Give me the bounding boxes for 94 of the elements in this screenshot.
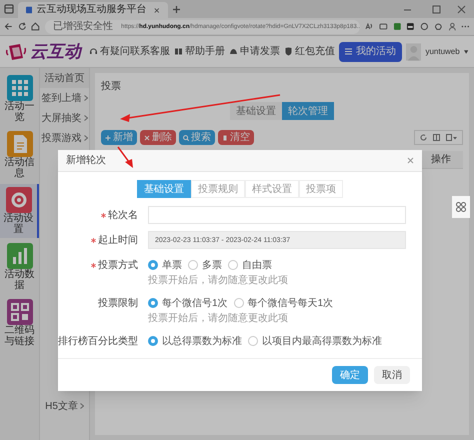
caret-icon [464, 50, 468, 54]
confirm-button[interactable]: 确定 [332, 366, 368, 384]
header-link[interactable]: 红包充值 [295, 46, 335, 56]
field-label: 轮次名 [108, 208, 138, 222]
profile-icon[interactable] [448, 22, 456, 31]
logo-text: 云互动 [30, 43, 81, 60]
header-link[interactable]: 有疑问联系客服 [100, 46, 170, 56]
home-icon[interactable] [31, 22, 40, 31]
qr-code-icon [6, 299, 32, 325]
input-field[interactable] [148, 206, 406, 224]
radio-button[interactable] [188, 260, 198, 270]
annotation-arrow [117, 146, 133, 168]
tab-icon[interactable] [378, 22, 388, 31]
tab[interactable]: 样式设置 [245, 180, 299, 198]
tab[interactable]: 基础设置 [137, 180, 191, 198]
document-icon [6, 131, 32, 157]
subnav-item[interactable]: 签到上墙 [40, 88, 89, 108]
nav-item[interactable]: 活动一览 [0, 72, 39, 126]
close-icon[interactable] [154, 6, 160, 14]
delete-button[interactable]: 删除 [140, 130, 176, 145]
option-label: 以项目内最高得票数为标准 [262, 334, 382, 348]
search-icon [183, 134, 189, 140]
option-label: 自由票 [242, 258, 272, 272]
option-label: 单票 [162, 258, 182, 272]
apps-icon [456, 202, 466, 212]
option-label: 多票 [202, 258, 222, 272]
tab[interactable]: 投票项 [299, 180, 343, 198]
refresh-icon[interactable] [420, 134, 427, 141]
cancel-button[interactable]: 取消 [374, 366, 410, 384]
radio-button[interactable] [248, 336, 258, 346]
bar-chart-icon [6, 243, 32, 269]
header-link[interactable]: 帮助手册 [185, 46, 225, 56]
hint-text: 投票开始后，请勿随意更改此项 [148, 313, 289, 325]
refresh-icon[interactable] [18, 22, 26, 31]
username-menu[interactable]: yuntuweb [425, 46, 460, 58]
field-label: 投票限制 [98, 296, 138, 310]
subnav-item[interactable]: 大屏抽奖 [40, 108, 89, 128]
column-header: 操作 [419, 151, 463, 168]
radio-button[interactable] [148, 260, 158, 270]
tab-title: 云互动现场互动服务平台 [36, 5, 146, 15]
export-icon[interactable] [446, 134, 457, 141]
hint-text: 投票开始后，请勿随意更改此项 [148, 275, 289, 287]
subnav-item[interactable]: H5文章 [40, 396, 89, 416]
option-label: 每个微信号每天1次 [248, 296, 334, 310]
close-icon[interactable] [407, 157, 414, 164]
radio-button[interactable] [148, 336, 158, 346]
headset-icon [89, 47, 98, 56]
shield-icon [284, 47, 293, 56]
nav-label: 二维码与链接 [4, 325, 36, 347]
nav-label: 活动数据 [4, 269, 36, 291]
new-tab-icon[interactable] [172, 4, 181, 14]
dialog-title: 新增轮次 [66, 154, 106, 168]
grid-icon [6, 75, 32, 101]
header-link[interactable]: 申请发票 [240, 46, 280, 56]
tab[interactable]: 基础设置 [230, 102, 282, 120]
side-widget-button[interactable] [452, 196, 470, 218]
close-icon [144, 134, 150, 140]
subnav-item[interactable]: 活动首页 [40, 68, 89, 88]
nav-label: 活动一览 [4, 101, 36, 123]
tab-actions-icon[interactable] [4, 4, 14, 14]
nav-item[interactable]: 活动设置 [0, 184, 39, 238]
gear-icon [6, 187, 32, 213]
avatar-icon [406, 42, 422, 62]
option-label: 每个微信号1次 [162, 296, 228, 310]
page-title: 投票 [101, 80, 121, 94]
trash-icon [222, 134, 228, 140]
nav-label: 活动设置 [2, 213, 34, 235]
nav-item[interactable]: 活动数据 [0, 240, 39, 294]
menu-icon [345, 48, 352, 55]
read-aloud-icon[interactable] [365, 22, 374, 31]
field-label: 排行榜百分比类型 [58, 334, 138, 348]
browser-tab[interactable]: 云互动现场互动服务平台 [18, 2, 168, 18]
radio-button[interactable] [234, 298, 244, 308]
field-label: 投票方式 [98, 258, 138, 272]
logo-icon [6, 42, 26, 62]
my-events-button[interactable]: 我的活动 [339, 42, 402, 62]
nav-item[interactable]: 活动信息 [0, 128, 39, 182]
option-label: 以总得票数为标准 [162, 334, 242, 348]
security-label: 已增强安全性 [53, 22, 114, 32]
clear-button[interactable]: 清空 [218, 130, 254, 145]
tab[interactable]: 投票规则 [191, 180, 245, 198]
columns-icon[interactable] [433, 134, 440, 141]
subnav-item[interactable]: 投票游戏 [40, 128, 89, 148]
radio-button[interactable] [228, 260, 238, 270]
field-label: 起止时间 [98, 234, 138, 248]
book-icon [174, 47, 183, 56]
nav-label: 活动信息 [4, 157, 36, 179]
plus-icon [105, 134, 111, 140]
back-icon[interactable] [4, 22, 13, 31]
favicon-icon [26, 6, 32, 14]
maximize-icon[interactable] [432, 4, 441, 14]
close-icon[interactable] [457, 4, 466, 14]
nav-item[interactable]: 二维码与链接 [0, 296, 39, 350]
radio-button[interactable] [148, 298, 158, 308]
